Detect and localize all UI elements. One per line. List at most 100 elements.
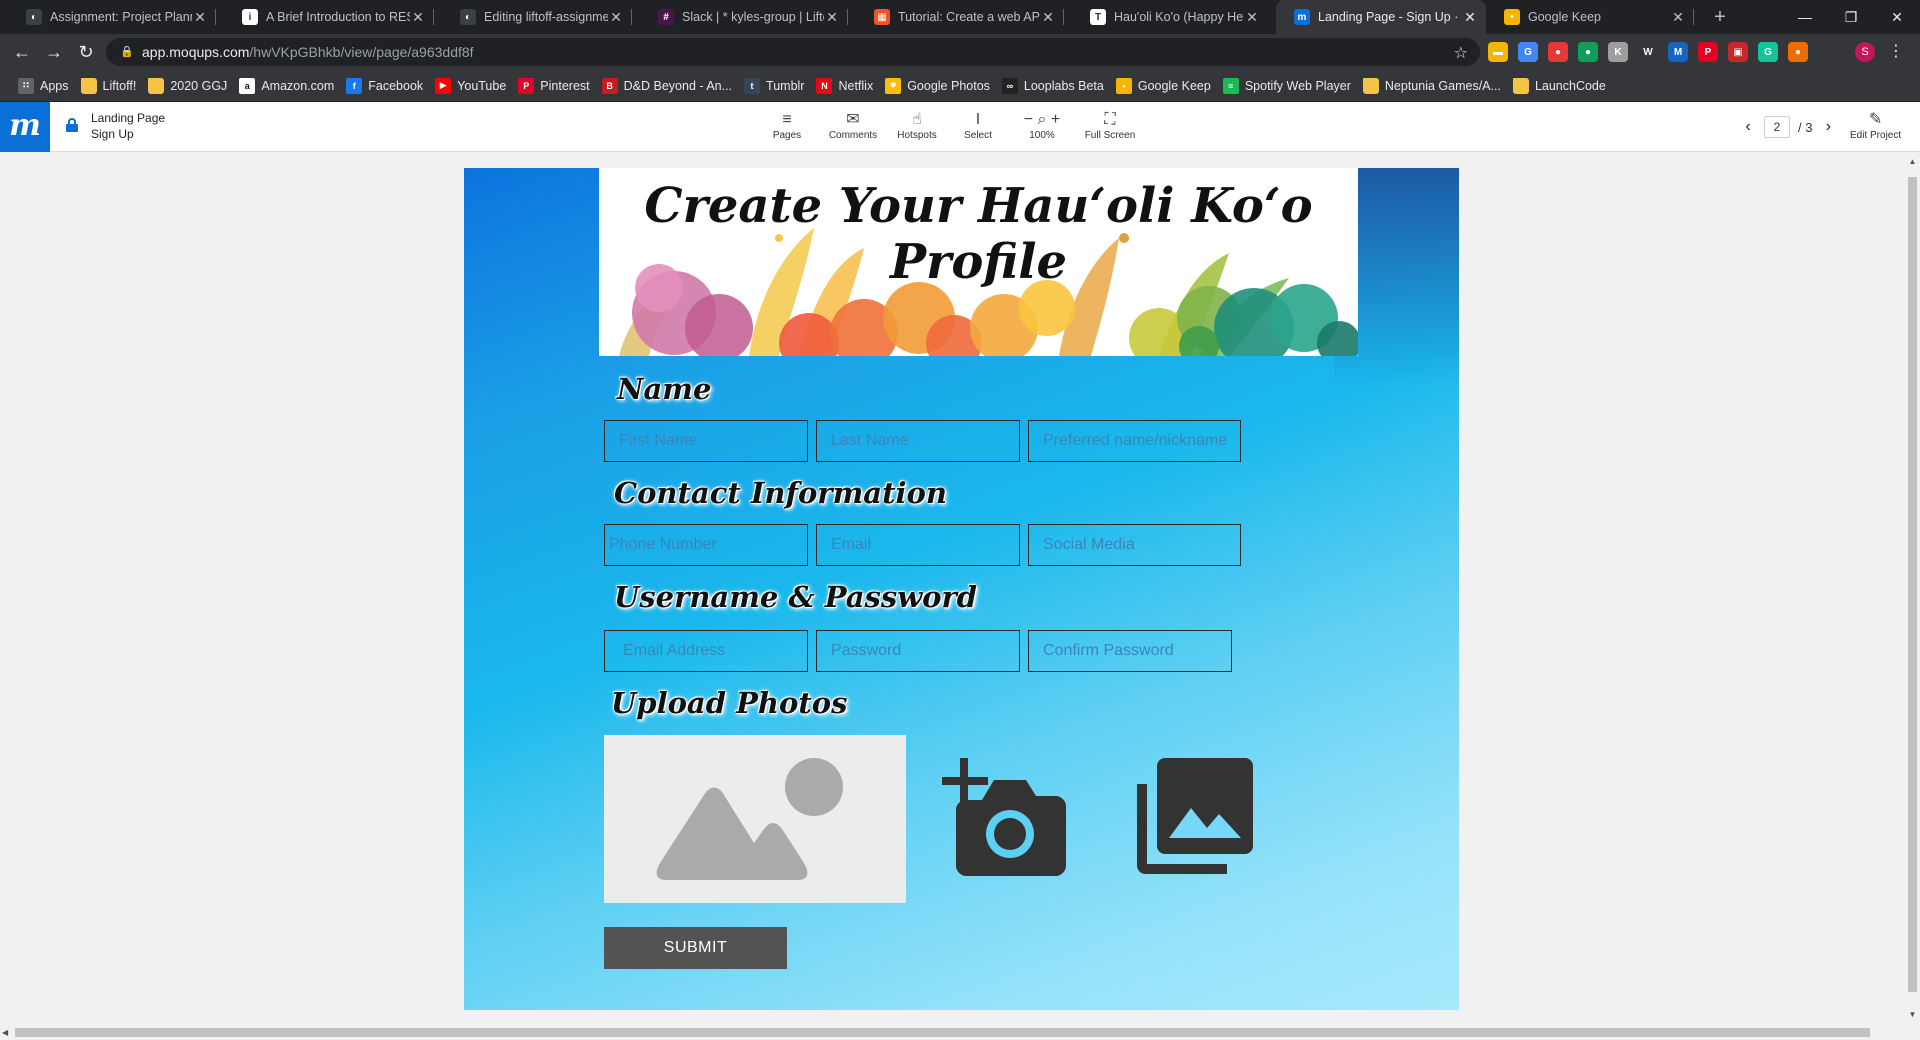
section-title-credentials: Username & Password xyxy=(614,580,978,614)
extension-grey-icon[interactable]: K xyxy=(1608,42,1628,62)
bookmark-item[interactable]: a Amazon.com xyxy=(235,74,342,98)
extensions-tray: ▬ G ● ● K W M P ▣ G ● xyxy=(1488,42,1808,62)
tab-title: Tutorial: Create a web API w xyxy=(898,10,1040,24)
tool-text-cursor[interactable]: I Select xyxy=(962,110,994,146)
browser-menu-icon[interactable]: ⋮ xyxy=(1886,42,1906,62)
bookmark-item[interactable]: Neptunia Games/A... xyxy=(1359,74,1509,98)
confirm-password-input[interactable]: Confirm Password xyxy=(1028,630,1232,672)
browser-tab[interactable]: # Slack | * kyles-group | Liftof ✕ xyxy=(640,0,848,34)
extension-red-icon[interactable]: ● xyxy=(1548,42,1568,62)
email-input[interactable]: Email xyxy=(816,524,1020,566)
previous-page-icon[interactable]: ‹ xyxy=(1740,118,1756,136)
browser-tab[interactable]: T Hau'oli Ko'o (Happy Helper)✕ xyxy=(1072,0,1268,34)
translate-icon[interactable]: G xyxy=(1518,42,1538,62)
pinterest-icon[interactable]: P xyxy=(1698,42,1718,62)
extension-green-icon[interactable]: ● xyxy=(1578,42,1598,62)
bookmark-item[interactable]: ∞ Looplabs Beta xyxy=(998,74,1112,98)
bookmark-label: LaunchCode xyxy=(1534,78,1606,93)
scroll-up-icon[interactable]: ▲ xyxy=(1905,155,1920,169)
bookmark-item[interactable]: t Tumblr xyxy=(740,74,812,98)
bookmark-label: 2020 GGJ xyxy=(170,78,228,93)
moqups-logo[interactable]: m xyxy=(0,102,50,152)
browser-tab[interactable]: ▦ Tutorial: Create a web API w✕ xyxy=(856,0,1064,34)
photo-gallery-icon[interactable] xyxy=(1137,758,1253,874)
close-window-button[interactable]: ✕ xyxy=(1874,0,1920,34)
tool-fullscreen[interactable]: ⛶ Full Screen xyxy=(1082,110,1138,146)
bookmark-item[interactable]: ✸ Google Photos xyxy=(881,74,998,98)
bookmark-item[interactable]: LaunchCode xyxy=(1509,74,1614,98)
tool-zoom[interactable]: − ⌕ + 100% xyxy=(1012,110,1072,146)
tool-pages[interactable]: ≡ Pages xyxy=(770,110,804,146)
vertical-scroll-thumb[interactable] xyxy=(1908,177,1917,992)
bookmark-item[interactable]: • Google Keep xyxy=(1112,74,1219,98)
extension-orange-icon[interactable]: ● xyxy=(1788,42,1808,62)
extension-m-icon[interactable]: M xyxy=(1668,42,1688,62)
extension-yellow-icon[interactable]: ▬ xyxy=(1488,42,1508,62)
extension-red2-icon[interactable]: ▣ xyxy=(1728,42,1748,62)
bookmark-item[interactable]: f Facebook xyxy=(342,74,431,98)
minimize-window-button[interactable]: — xyxy=(1782,0,1828,34)
photo-placeholder[interactable] xyxy=(604,735,906,903)
close-tab-icon[interactable]: ✕ xyxy=(192,9,208,26)
bookmark-star-icon[interactable]: ☆ xyxy=(1454,43,1468,63)
bookmark-item[interactable]: B D&D Beyond - An... xyxy=(598,74,740,98)
close-tab-icon[interactable]: ✕ xyxy=(410,9,426,26)
new-tab-button[interactable]: + xyxy=(1708,5,1732,29)
browser-tab[interactable]: ◐ Editing liftoff-assignments/✕ xyxy=(442,0,632,34)
tool-hand-pointer[interactable]: ☝ Hotspots xyxy=(894,110,940,146)
close-tab-icon[interactable]: ✕ xyxy=(1040,9,1056,26)
close-tab-icon[interactable]: ✕ xyxy=(1244,9,1260,26)
tool-label: Comments xyxy=(828,130,878,141)
bookmark-item[interactable]: N Netflix xyxy=(812,74,881,98)
reload-icon[interactable]: ↻ xyxy=(74,40,98,64)
social-media-input[interactable]: Social Media xyxy=(1028,524,1241,566)
address-bar[interactable]: 🔒 app.moqups.com/hwVKpGBhkb/view/page/a9… xyxy=(106,38,1480,66)
page-pager: ‹ 2 / 3 › xyxy=(1740,116,1836,138)
close-tab-icon[interactable]: ✕ xyxy=(608,9,624,26)
close-tab-icon[interactable]: ✕ xyxy=(1670,9,1686,26)
phone-number-input[interactable]: Phone Number xyxy=(604,524,808,566)
submit-button[interactable]: SUBMIT xyxy=(604,927,787,969)
bookmark-item[interactable]: 2020 GGJ xyxy=(144,74,235,98)
tab-title: Landing Page - Sign Up · Mo xyxy=(1318,10,1462,24)
preferred-name-input[interactable]: Preferred name/nickname xyxy=(1028,420,1241,462)
pinterest-icon: P xyxy=(518,77,535,94)
browser-tab[interactable]: ◐ Assignment: Project Plannin ✕ xyxy=(8,0,216,34)
close-tab-icon[interactable]: ✕ xyxy=(824,9,840,26)
extension-w-icon[interactable]: W xyxy=(1638,42,1658,62)
page-number-input[interactable]: 2 xyxy=(1764,116,1790,138)
add-photo-camera-icon[interactable] xyxy=(942,758,1066,876)
bookmark-item[interactable]: Liftoff! xyxy=(77,74,145,98)
first-name-input[interactable]: First Name xyxy=(604,420,808,462)
horizontal-scrollbar[interactable]: ◀ xyxy=(0,1025,1920,1040)
image-placeholder-icon xyxy=(656,758,843,880)
restore-window-button[interactable]: ❐ xyxy=(1828,0,1874,34)
tab-title: Editing liftoff-assignments/ xyxy=(484,10,608,24)
edit-project-button[interactable]: ✎ Edit Project xyxy=(1850,110,1901,146)
browser-tab[interactable]: i A Brief Introduction to REST ✕ xyxy=(224,0,434,34)
last-name-input[interactable]: Last Name xyxy=(816,420,1020,462)
forward-arrow-icon[interactable]: → xyxy=(42,40,66,64)
close-tab-icon[interactable]: ✕ xyxy=(1462,9,1478,26)
tumblr-icon: t xyxy=(744,77,761,94)
browser-tab[interactable]: • Google Keep ✕ xyxy=(1486,0,1694,34)
bookmark-item[interactable]: ▶ YouTube xyxy=(431,74,514,98)
password-input[interactable]: Password xyxy=(816,630,1020,672)
profile-avatar[interactable]: S xyxy=(1855,42,1875,62)
grammarly-icon[interactable]: G xyxy=(1758,42,1778,62)
moqups-icon: m xyxy=(1294,9,1310,25)
vertical-scrollbar[interactable]: ▲ ▼ xyxy=(1905,152,1920,1025)
horizontal-scroll-thumb[interactable] xyxy=(15,1028,1870,1037)
bookmark-item[interactable]: ≈ Spotify Web Player xyxy=(1219,74,1359,98)
amazon-icon: a xyxy=(239,77,256,94)
scroll-left-icon[interactable]: ◀ xyxy=(2,1025,14,1040)
bookmark-item[interactable]: P Pinterest xyxy=(514,74,597,98)
next-page-icon[interactable]: › xyxy=(1820,118,1836,136)
scroll-down-icon[interactable]: ▼ xyxy=(1905,1008,1920,1022)
browser-tab[interactable]: m Landing Page - Sign Up · Mo✕ xyxy=(1276,0,1486,34)
bookmark-item[interactable]: ∷ Apps xyxy=(14,74,77,98)
email-address-input[interactable]: Email Address xyxy=(604,630,808,672)
tool-comment[interactable]: ✉ Comments xyxy=(826,110,880,146)
fullscreen-icon: ⛶ xyxy=(1104,111,1116,128)
back-arrow-icon[interactable]: ← xyxy=(10,40,34,64)
